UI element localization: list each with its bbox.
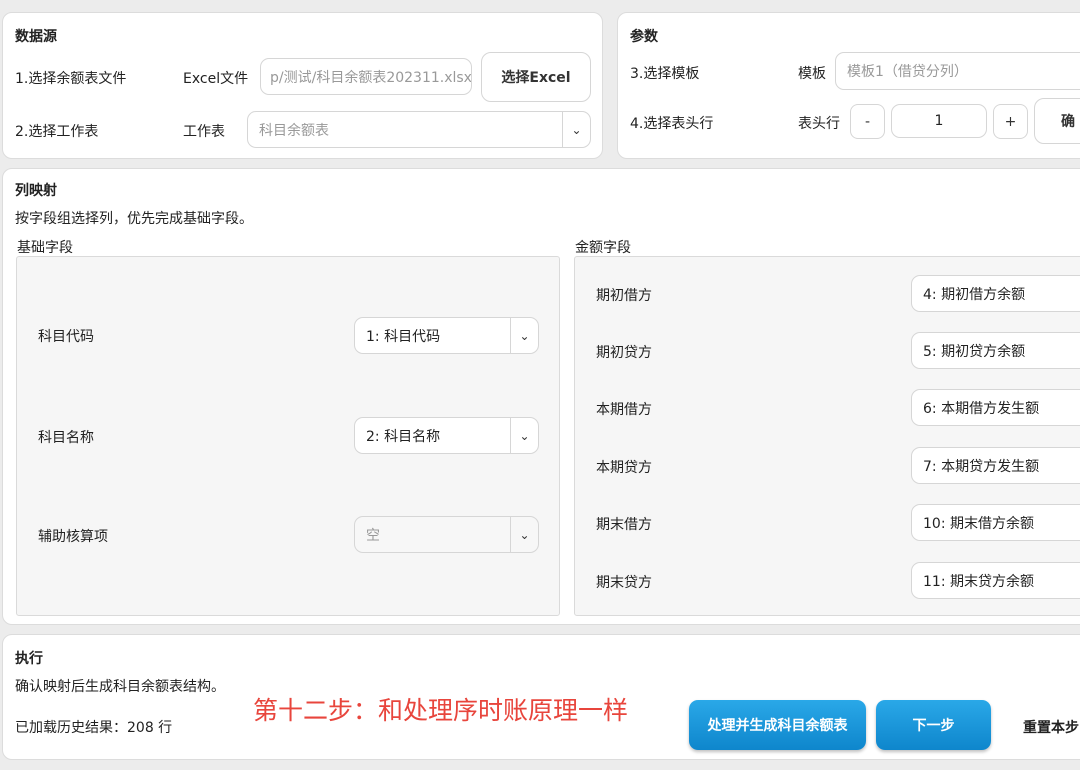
datasource-panel: 数据源 1.选择余额表文件 Excel文件 p/测试/科目余额表202311.x… — [2, 12, 603, 159]
header-row-label: 表头行 — [798, 116, 840, 132]
amount-field-label: 本期借方 — [596, 402, 652, 418]
confirm-button[interactable]: 确 — [1034, 98, 1080, 144]
amount-field-select[interactable]: 5: 期初贷方余额 — [911, 332, 1080, 369]
amount-field-label: 期初借方 — [596, 288, 652, 304]
template-select-value: 模板1（借贷分列） — [847, 64, 968, 80]
chevron-down-icon: ⌄ — [510, 517, 538, 552]
select-file-label: 1.选择余额表文件 — [15, 71, 127, 87]
amount-field-label: 期末贷方 — [596, 575, 652, 591]
increment-button[interactable]: + — [993, 104, 1028, 139]
header-row-input[interactable]: 1 — [891, 104, 987, 138]
chevron-down-icon: ⌄ — [510, 318, 538, 353]
basic-field-value: 2: 科目名称 — [366, 428, 441, 445]
amount-field-select[interactable]: 10: 期末借方余额 — [911, 504, 1080, 541]
next-step-button[interactable]: 下一步 — [876, 700, 991, 750]
header-row-value: 1 — [934, 113, 944, 129]
reset-step-button[interactable]: 重置本步 — [1023, 717, 1079, 737]
select-header-row-label: 4.选择表头行 — [630, 116, 714, 132]
execute-panel: 执行 确认映射后生成科目余额表结构。 已加载历史结果：208 行 第十二步：和处… — [2, 634, 1080, 760]
basic-field-label: 科目名称 — [38, 430, 94, 446]
basic-field-select[interactable]: 1: 科目代码 ⌄ — [354, 317, 539, 354]
execute-title: 执行 — [15, 651, 43, 667]
process-generate-button[interactable]: 处理并生成科目余额表 — [689, 700, 866, 750]
chevron-down-icon: ⌄ — [510, 418, 538, 453]
basic-field-select[interactable]: 空 ⌄ — [354, 516, 539, 553]
amount-field-label: 本期贷方 — [596, 460, 652, 476]
sheet-label: 工作表 — [183, 124, 225, 140]
select-excel-button[interactable]: 选择Excel — [481, 52, 591, 102]
history-status: 已加载历史结果：208 行 — [15, 720, 173, 736]
sheet-select[interactable]: 科目余额表 ⌄ — [247, 111, 591, 148]
mapping-title: 列映射 — [15, 183, 57, 199]
template-select[interactable]: 模板1（借贷分列） — [835, 52, 1080, 90]
amount-field-value: 11: 期末贷方余额 — [923, 573, 1034, 590]
basic-field-label: 科目代码 — [38, 329, 94, 345]
amount-field-value: 7: 本期贷方发生额 — [923, 458, 1040, 475]
amount-field-value: 10: 期末借方余额 — [923, 515, 1034, 532]
amount-field-select[interactable]: 7: 本期贷方发生额 — [911, 447, 1080, 484]
excel-path-field[interactable]: p/测试/科目余额表202311.xlsx — [260, 58, 472, 95]
amount-field-label: 期初贷方 — [596, 345, 652, 361]
basic-field-select[interactable]: 2: 科目名称 ⌄ — [354, 417, 539, 454]
basic-field-value: 空 — [366, 527, 380, 544]
decrement-button[interactable]: - — [850, 104, 885, 139]
chevron-down-icon: ⌄ — [562, 112, 590, 147]
mapping-panel: 列映射 按字段组选择列，优先完成基础字段。 基础字段 金额字段 科目代码 1: … — [2, 168, 1080, 625]
basic-field-label: 辅助核算项 — [38, 529, 108, 545]
amount-field-select[interactable]: 6: 本期借方发生额 — [911, 389, 1080, 426]
select-sheet-label: 2.选择工作表 — [15, 124, 99, 140]
excel-path-text: p/测试/科目余额表202311.xlsx — [270, 69, 471, 86]
execute-hint: 确认映射后生成科目余额表结构。 — [15, 679, 225, 695]
amount-field-value: 4: 期初借方余额 — [923, 286, 1026, 303]
datasource-title: 数据源 — [15, 29, 57, 45]
step-annotation: 第十二步：和处理序时账原理一样 — [253, 696, 629, 725]
amount-field-label: 期末借方 — [596, 517, 652, 533]
amount-fields-title: 金额字段 — [575, 240, 631, 256]
excel-file-label: Excel文件 — [183, 71, 249, 87]
basic-field-value: 1: 科目代码 — [366, 328, 441, 345]
amount-field-value: 6: 本期借方发生额 — [923, 400, 1040, 417]
sheet-select-value: 科目余额表 — [259, 122, 329, 139]
template-label: 模板 — [798, 66, 826, 82]
basic-fields-title: 基础字段 — [17, 240, 73, 256]
params-title: 参数 — [630, 29, 658, 45]
amount-field-value: 5: 期初贷方余额 — [923, 343, 1026, 360]
amount-field-select[interactable]: 11: 期末贷方余额 — [911, 562, 1080, 599]
amount-fields-group: 期初借方 4: 期初借方余额 期初贷方 5: 期初贷方余额 本期借方 6: 本期… — [574, 256, 1080, 616]
mapping-hint: 按字段组选择列，优先完成基础字段。 — [15, 211, 253, 227]
amount-field-select[interactable]: 4: 期初借方余额 — [911, 275, 1080, 312]
select-template-label: 3.选择模板 — [630, 66, 700, 82]
params-panel: 参数 3.选择模板 模板 模板1（借贷分列） 4.选择表头行 表头行 - 1 +… — [617, 12, 1080, 159]
basic-fields-group: 科目代码 1: 科目代码 ⌄ 科目名称 2: 科目名称 ⌄ 辅助核算项 空 ⌄ — [16, 256, 560, 616]
